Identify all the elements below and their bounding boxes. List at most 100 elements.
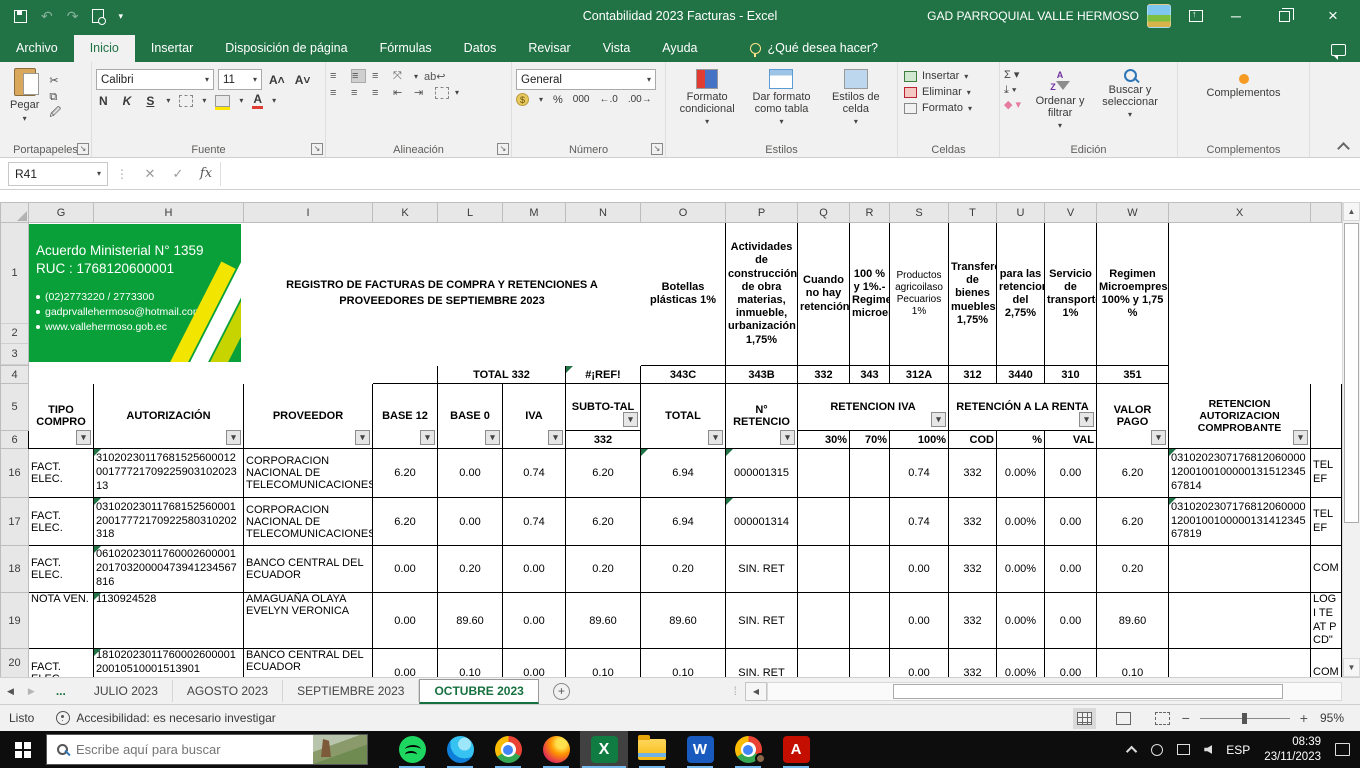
cell-extra[interactable]: TELEF (1311, 498, 1342, 546)
cell-ret30[interactable] (798, 498, 850, 546)
tab-vista[interactable]: Vista (587, 35, 647, 62)
col-header-Q[interactable]: Q (798, 203, 850, 223)
col-header-O[interactable]: O (641, 203, 726, 223)
cell-pct[interactable]: 0.00% (997, 498, 1045, 546)
cell-pct[interactable]: 0.00% (997, 649, 1045, 678)
cell-total[interactable]: 89.60 (641, 593, 726, 649)
decrease-decimal-icon[interactable]: .00→ (628, 94, 652, 105)
cell-retencion-autorizacion[interactable] (1169, 593, 1311, 649)
autosum-icon[interactable]: Σ ▾ (1004, 70, 1021, 81)
increase-font-icon[interactable]: A˄ (266, 73, 288, 87)
taskbar-firefox[interactable] (532, 731, 580, 768)
undo-icon[interactable]: ↶ (41, 9, 53, 23)
cell-autorizacion[interactable]: 1130924528 (94, 593, 244, 649)
tray-expand-icon[interactable] (1126, 745, 1137, 756)
page-layout-view-icon[interactable] (1116, 712, 1131, 725)
cell-styles-button[interactable]: Estilos de celda ▾ (819, 66, 893, 141)
copy-icon[interactable]: ⧉ (49, 92, 61, 103)
cell-empty[interactable] (244, 366, 373, 384)
cell-code-V[interactable]: 310 (1045, 366, 1097, 384)
paste-button[interactable]: Pegar ▾ (4, 66, 45, 125)
cell-ret70[interactable] (850, 593, 890, 649)
cell-base0[interactable]: 0.10 (438, 649, 503, 678)
cell-empty[interactable] (373, 366, 438, 384)
row-header-4[interactable]: 4 (1, 366, 29, 384)
taskbar-clock[interactable]: 08:39 23/11/2023 (1264, 735, 1321, 765)
vertical-header-Q[interactable]: Cuando no hay retención (798, 223, 850, 366)
alignment-dialog-launcher[interactable]: ↘ (497, 143, 509, 155)
cell-total[interactable]: 6.94 (641, 498, 726, 546)
number-dialog-launcher[interactable]: ↘ (651, 143, 663, 155)
row-header-19[interactable]: 19 (1, 593, 29, 649)
cell-cod[interactable]: 332 (949, 546, 997, 593)
comma-style-icon[interactable]: 000 (573, 94, 590, 105)
cell-ret100[interactable]: 0.00 (890, 546, 949, 593)
format-cells-button[interactable]: Formato▾ (904, 102, 993, 114)
collapse-ribbon-icon[interactable] (1337, 142, 1350, 155)
taskbar-file-explorer[interactable] (628, 731, 676, 768)
cell-cod[interactable]: 332 (949, 449, 997, 498)
row-header-1[interactable]: 1 (1, 224, 28, 324)
align-middle-icon[interactable]: ≡ (351, 69, 366, 83)
header-proveedor[interactable]: PROVEEDOR (244, 384, 373, 449)
col-header-M[interactable]: M (503, 203, 566, 223)
col-header-N[interactable]: N (566, 203, 641, 223)
col-header-V[interactable]: V (1045, 203, 1097, 223)
header-tipo-compro[interactable]: TIPO COMPRO (29, 384, 94, 449)
vertical-header-W[interactable]: Regimen Microempresarial: 100% y 1,75 % (1097, 223, 1169, 366)
tab-ayuda[interactable]: Ayuda (646, 35, 713, 62)
header-base12[interactable]: BASE 12 (373, 384, 438, 449)
cell-subtotal[interactable]: 0.20 (566, 546, 641, 593)
horizontal-scrollbar-thumb[interactable] (893, 684, 1283, 699)
horizontal-scrollbar[interactable] (767, 682, 1342, 701)
chevron-down-icon[interactable]: ▾ (166, 96, 170, 105)
delete-cells-button[interactable]: Eliminar▾ (904, 86, 993, 98)
vertical-header-U[interactable]: para las retenciones del 2,75% (997, 223, 1045, 366)
sheet-tab-septiembre[interactable]: SEPTIEMBRE 2023 (283, 680, 419, 702)
cell-ret30[interactable] (798, 593, 850, 649)
italic-button[interactable]: K (120, 94, 135, 108)
header-retencion-iva[interactable]: RETENCION IVA (798, 384, 949, 431)
row-headers-1-3[interactable]: 1 2 3 (1, 223, 29, 366)
filter-icon[interactable] (420, 430, 435, 445)
header-100pct[interactable]: 100% (890, 431, 949, 449)
cell-iva[interactable]: 0.74 (503, 498, 566, 546)
font-dialog-launcher[interactable]: ↘ (311, 143, 323, 155)
cell-iva[interactable]: 0.00 (503, 649, 566, 678)
col-header-H[interactable]: H (94, 203, 244, 223)
taskbar-acrobat[interactable]: A (772, 731, 820, 768)
row-header-20[interactable]: 20 (1, 649, 29, 678)
normal-view-icon[interactable] (1077, 712, 1092, 725)
row-header-6[interactable]: 6 (1, 431, 29, 449)
taskbar-chrome[interactable] (484, 731, 532, 768)
sheet-tab-ellipsis[interactable]: ... (42, 680, 80, 702)
sheet-nav-left-icon[interactable]: ◀ (0, 686, 21, 697)
filter-icon[interactable] (226, 430, 241, 445)
cell-proveedor[interactable]: CORPORACION NACIONAL DE TELECOMUNICACION… (244, 449, 373, 498)
row-header-18[interactable]: 18 (1, 546, 29, 593)
sort-filter-button[interactable]: AZ Ordenar y filtrar ▾ (1025, 66, 1095, 141)
customize-qat-icon[interactable]: ▾ (118, 12, 123, 21)
filter-icon[interactable] (931, 412, 946, 427)
cell-base12[interactable]: 0.00 (373, 593, 438, 649)
cell-val[interactable]: 0.00 (1045, 546, 1097, 593)
cell-tipo[interactable]: FACT. ELEC. (29, 546, 94, 593)
cell-ref-error[interactable]: #¡REF! (566, 366, 641, 384)
header-70pct[interactable]: 70% (850, 431, 890, 449)
vertical-header-R[interactable]: 100 % y 1%.- Regimen microempresa (850, 223, 890, 366)
col-header-R-selected[interactable]: R (850, 203, 890, 223)
col-header-P[interactable]: P (726, 203, 798, 223)
zoom-slider[interactable] (1200, 718, 1290, 719)
font-size-select[interactable]: 11▾ (218, 69, 262, 90)
cell-ret70[interactable] (850, 546, 890, 593)
cell-num-retencion[interactable]: 000001314 (726, 498, 798, 546)
enter-icon[interactable]: ✓ (164, 166, 192, 182)
col-header-I[interactable]: I (244, 203, 373, 223)
cell-code-O[interactable]: 343C (641, 366, 726, 384)
spreadsheet-grid[interactable]: G H I K L M N O P Q R S T U V W X 1 2 3 … (0, 202, 1342, 677)
cell-subtotal[interactable]: 6.20 (566, 449, 641, 498)
cell-val[interactable]: 0.00 (1045, 498, 1097, 546)
header-subtotal[interactable]: SUBTO-TAL (566, 384, 641, 431)
accessibility-icon[interactable] (56, 711, 70, 725)
zoom-out-icon[interactable]: − (1182, 710, 1190, 726)
